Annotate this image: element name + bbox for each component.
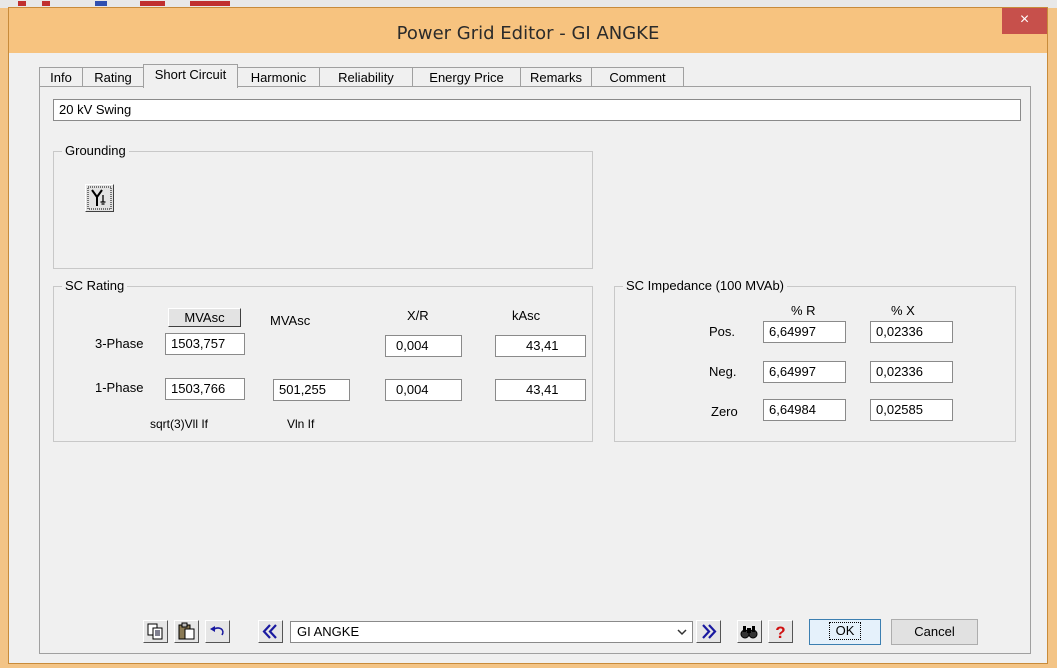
tab-rating[interactable]: Rating xyxy=(82,67,144,87)
grounding-group: Grounding xyxy=(53,143,593,269)
one-phase-label: 1-Phase xyxy=(95,380,144,395)
three-phase-mvasc-field[interactable]: 1503,757 xyxy=(165,333,245,355)
percent-x-header: % X xyxy=(891,303,915,318)
sc-rating-group: SC Rating MVAsc MVAsc X/R kAsc 3-Phase 1… xyxy=(53,278,593,442)
sc-impedance-group: SC Impedance (100 MVAb) % R % X Pos. 6,6… xyxy=(614,278,1016,442)
undo-button[interactable] xyxy=(205,620,230,643)
help-button[interactable]: ? xyxy=(768,620,793,643)
mvasc-basis-button[interactable]: MVAsc xyxy=(168,308,241,327)
svg-text:?: ? xyxy=(775,623,785,642)
pos-label: Pos. xyxy=(709,324,736,339)
ok-label: OK xyxy=(828,622,862,640)
tab-reliability[interactable]: Reliability xyxy=(319,67,413,87)
neg-label: Neg. xyxy=(709,364,737,379)
tab-comment[interactable]: Comment xyxy=(591,67,684,87)
find-icon xyxy=(738,621,761,642)
paste-icon xyxy=(175,621,198,642)
three-phase-xr-field[interactable]: 0,004 xyxy=(385,335,462,357)
pos-r-field[interactable]: 6,64997 xyxy=(763,321,846,343)
zero-label: Zero xyxy=(711,404,738,419)
tab-short-circuit[interactable]: Short Circuit xyxy=(143,64,238,88)
neg-r-field[interactable]: 6,64997 xyxy=(763,361,846,383)
previous-button[interactable] xyxy=(258,620,283,643)
vln-if-label: Vln If xyxy=(287,417,315,431)
previous-icon xyxy=(259,621,282,642)
tab-info[interactable]: Info xyxy=(39,67,83,87)
grounding-title: Grounding xyxy=(62,143,129,158)
paste-button[interactable] xyxy=(174,620,199,643)
one-phase-kasc-field: 43,41 xyxy=(495,379,586,401)
title-bar[interactable]: Power Grid Editor - GI ANGKE × xyxy=(9,8,1047,53)
pos-x-field[interactable]: 0,02336 xyxy=(870,321,953,343)
percent-r-header: % R xyxy=(791,303,816,318)
chevron-down-icon xyxy=(676,623,688,644)
tab-remarks[interactable]: Remarks xyxy=(520,67,592,87)
next-button[interactable] xyxy=(696,620,721,643)
grounding-type-button[interactable] xyxy=(85,184,114,212)
xr-header: X/R xyxy=(407,308,429,323)
window-title: Power Grid Editor - GI ANGKE xyxy=(396,23,660,44)
wye-grounded-icon xyxy=(86,186,113,214)
sc-rating-title: SC Rating xyxy=(62,278,128,293)
mvasc-header: MVAsc xyxy=(270,313,311,328)
element-select-value: GI ANGKE xyxy=(297,624,360,639)
tab-harmonic[interactable]: Harmonic xyxy=(237,67,320,87)
bus-info-field: 20 kV Swing xyxy=(53,99,1021,121)
neg-x-field[interactable]: 0,02336 xyxy=(870,361,953,383)
power-grid-editor-window: Power Grid Editor - GI ANGKE × Info Rati… xyxy=(8,7,1048,664)
undo-icon xyxy=(206,621,229,642)
help-icon: ? xyxy=(769,621,792,642)
one-phase-xr-field[interactable]: 0,004 xyxy=(385,379,462,401)
close-button[interactable]: × xyxy=(1002,8,1047,34)
ok-button[interactable]: OK xyxy=(809,619,881,645)
three-phase-label: 3-Phase xyxy=(95,336,144,351)
sqrt3-vll-if-label: sqrt(3)Vll If xyxy=(150,417,209,431)
sc-impedance-title: SC Impedance (100 MVAb) xyxy=(623,278,787,293)
copy-button[interactable] xyxy=(143,620,168,643)
copy-icon xyxy=(144,621,167,642)
one-phase-mvasc2-field[interactable]: 501,255 xyxy=(273,379,350,401)
kasc-header: kAsc xyxy=(512,308,541,323)
next-icon xyxy=(697,621,720,642)
element-select[interactable]: GI ANGKE xyxy=(290,621,693,643)
cancel-button[interactable]: Cancel xyxy=(891,619,978,645)
short-circuit-panel: 20 kV Swing Grounding SC Rating MVAsc MV… xyxy=(39,86,1031,654)
zero-x-field[interactable]: 0,02585 xyxy=(870,399,953,421)
three-phase-kasc-field: 43,41 xyxy=(495,335,586,357)
zero-r-field[interactable]: 6,64984 xyxy=(763,399,846,421)
tab-energy-price[interactable]: Energy Price xyxy=(412,67,521,87)
one-phase-mvasc-field[interactable]: 1503,766 xyxy=(165,378,245,400)
find-button[interactable] xyxy=(737,620,762,643)
